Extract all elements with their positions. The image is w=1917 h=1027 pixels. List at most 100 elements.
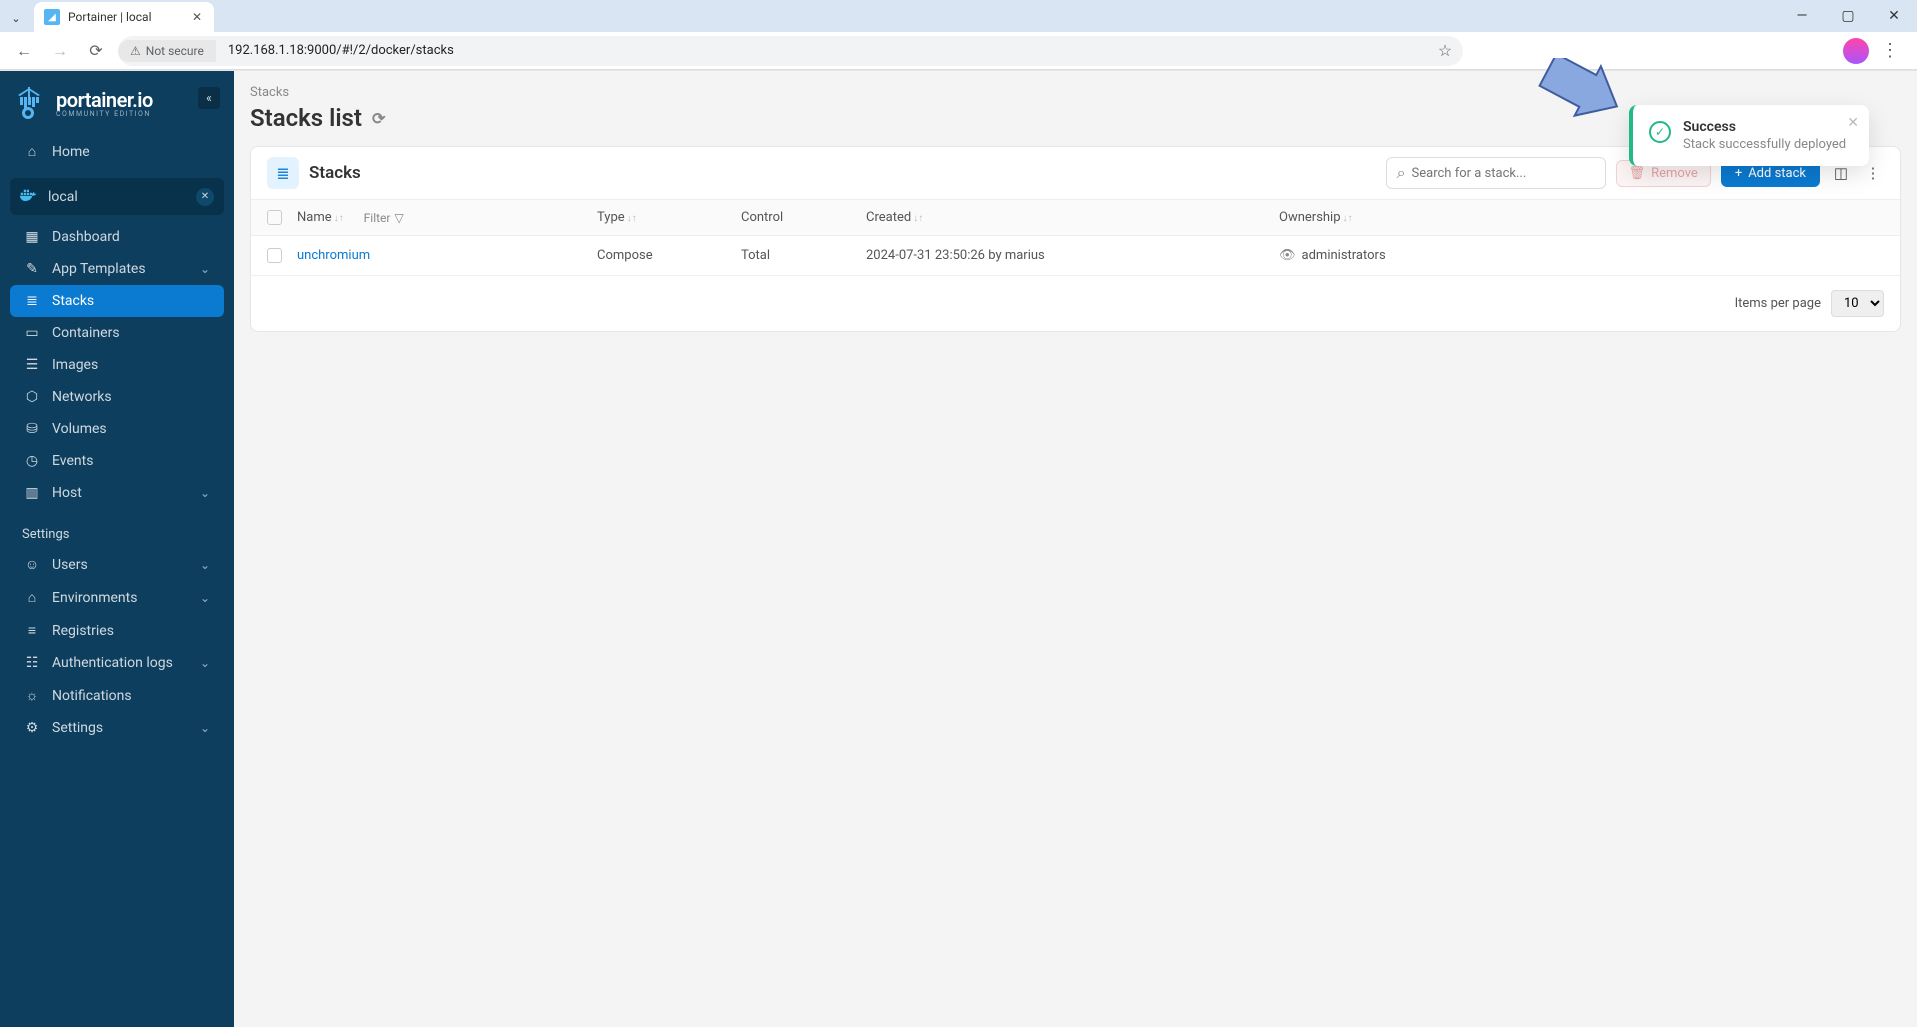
sidebar: portainer.io COMMUNITY EDITION « ⌂ Home … xyxy=(0,71,234,1027)
sidebar-item-registries[interactable]: ≡ Registries xyxy=(10,614,224,647)
main-content: Stacks Stacks list ⟳ ≣ Stacks ⌕ 🗑 Remove xyxy=(234,71,1917,1027)
stacks-icon: ≣ xyxy=(24,293,40,309)
stacks-panel-icon: ≣ xyxy=(267,157,299,189)
remove-label: Remove xyxy=(1651,166,1698,181)
stack-control: Total xyxy=(741,248,770,263)
breadcrumb[interactable]: Stacks xyxy=(250,85,1901,100)
sidebar-item-label: Images xyxy=(52,357,98,373)
browser-menu-button[interactable]: ⋮ xyxy=(1881,40,1899,61)
sidebar-item-label: Stacks xyxy=(52,293,94,309)
sidebar-item-events[interactable]: ◷ Events xyxy=(10,445,224,477)
filter-button[interactable]: Filter ▽ xyxy=(364,211,404,225)
sidebar-item-label: App Templates xyxy=(52,261,146,277)
sidebar-item-home[interactable]: ⌂ Home xyxy=(10,135,224,168)
toast-close-button[interactable]: ✕ xyxy=(1847,115,1859,131)
bookmark-button[interactable]: ☆ xyxy=(1431,37,1459,65)
environments-icon: ⌂ xyxy=(24,589,40,606)
url-text: 192.168.1.18:9000/#!/2/docker/stacks xyxy=(216,43,1431,58)
column-name-header[interactable]: Name↓↑ xyxy=(297,210,344,225)
environment-close-button[interactable]: ✕ xyxy=(196,188,214,206)
docker-icon xyxy=(20,186,38,207)
sidebar-item-auth-logs[interactable]: ☷ Authentication logs ⌄ xyxy=(10,647,224,679)
networks-icon: ⬡ xyxy=(24,389,40,405)
registries-icon: ≡ xyxy=(24,622,40,639)
sidebar-item-label: Environments xyxy=(52,590,137,606)
warning-icon: ⚠ xyxy=(130,44,141,58)
sidebar-item-settings[interactable]: ⚙ Settings ⌄ xyxy=(10,712,224,744)
sidebar-item-label: Home xyxy=(52,144,90,160)
maximize-button[interactable]: ▢ xyxy=(1825,0,1871,32)
tab-favicon-icon: ◢ xyxy=(44,9,60,25)
close-window-button[interactable]: ✕ xyxy=(1871,0,1917,32)
sidebar-item-volumes[interactable]: ⛁ Volumes xyxy=(10,413,224,445)
chevron-down-icon: ⌄ xyxy=(200,656,210,670)
sidebar-item-images[interactable]: ☰ Images xyxy=(10,349,224,381)
items-per-page-select[interactable]: 10 xyxy=(1831,290,1884,317)
sidebar-item-users[interactable]: ☺ Users ⌄ xyxy=(10,548,224,581)
gear-icon: ⚙ xyxy=(24,720,40,736)
sidebar-item-stacks[interactable]: ≣ Stacks xyxy=(10,285,224,317)
sidebar-item-label: Users xyxy=(52,557,88,573)
profile-avatar[interactable] xyxy=(1843,38,1869,64)
volumes-icon: ⛁ xyxy=(24,421,40,437)
sidebar-item-app-templates[interactable]: ✎ App Templates ⌄ xyxy=(10,253,224,285)
select-all-checkbox[interactable] xyxy=(267,210,282,225)
sidebar-item-label: Volumes xyxy=(52,421,107,437)
address-bar[interactable]: ⚠ Not secure 192.168.1.18:9000/#!/2/dock… xyxy=(118,36,1463,66)
environment-selector[interactable]: local ✕ xyxy=(10,178,224,215)
templates-icon: ✎ xyxy=(24,261,40,277)
filter-icon: ▽ xyxy=(394,211,403,225)
back-button[interactable]: ← xyxy=(10,37,38,65)
auth-logs-icon: ☷ xyxy=(24,655,40,671)
sidebar-item-networks[interactable]: ⬡ Networks xyxy=(10,381,224,413)
users-icon: ☺ xyxy=(24,556,40,573)
column-created-header[interactable]: Created↓↑ xyxy=(866,210,923,225)
refresh-button[interactable]: ⟳ xyxy=(372,109,385,128)
sidebar-item-dashboard[interactable]: ▦ Dashboard xyxy=(10,221,224,253)
stacks-panel: ≣ Stacks ⌕ 🗑 Remove + Add stack ◫ xyxy=(250,146,1901,332)
security-chip[interactable]: ⚠ Not secure xyxy=(118,40,216,62)
stack-created: 2024-07-31 23:50:26 by marius xyxy=(866,248,1045,263)
plus-icon: + xyxy=(1735,166,1742,181)
annotation-arrow-icon xyxy=(1533,58,1623,142)
reload-button[interactable]: ⟳ xyxy=(82,37,110,65)
sidebar-item-host[interactable]: ▥ Host ⌄ xyxy=(10,477,224,509)
row-checkbox[interactable] xyxy=(267,248,282,263)
sidebar-item-label: Notifications xyxy=(52,688,132,704)
collapse-sidebar-button[interactable]: « xyxy=(198,87,220,109)
table-header: Name↓↑ Filter ▽ Type↓↑ Control Created↓↑… xyxy=(251,199,1900,236)
minimize-button[interactable]: ― xyxy=(1779,0,1825,32)
sidebar-item-label: Authentication logs xyxy=(52,655,173,671)
host-icon: ▥ xyxy=(24,485,40,501)
browser-tab-strip: ⌄ ◢ Portainer | local ✕ ― ▢ ✕ xyxy=(0,0,1917,32)
sidebar-item-label: Events xyxy=(52,453,93,469)
search-input[interactable] xyxy=(1412,166,1595,181)
images-icon: ☰ xyxy=(24,357,40,373)
table-menu-button[interactable]: ⋮ xyxy=(1862,164,1884,182)
column-ownership-header[interactable]: Ownership↓↑ xyxy=(1279,210,1353,225)
sidebar-logo: portainer.io COMMUNITY EDITION « xyxy=(0,71,234,131)
panel-footer: Items per page 10 xyxy=(251,276,1900,331)
chevron-down-icon: ⌄ xyxy=(200,486,210,500)
add-label: Add stack xyxy=(1748,166,1806,181)
dashboard-icon: ▦ xyxy=(24,229,40,245)
sidebar-item-environments[interactable]: ⌂ Environments ⌄ xyxy=(10,581,224,614)
search-box[interactable]: ⌕ xyxy=(1386,157,1606,189)
sidebar-item-label: Settings xyxy=(52,720,103,736)
stack-name-link[interactable]: unchromium xyxy=(297,248,370,263)
sidebar-item-containers[interactable]: ▭ Containers xyxy=(10,317,224,349)
browser-tab[interactable]: ◢ Portainer | local ✕ xyxy=(34,2,214,32)
portainer-logo-icon xyxy=(16,85,46,121)
column-control-header[interactable]: Control xyxy=(741,210,783,225)
sidebar-item-notifications[interactable]: ☼ Notifications xyxy=(10,679,224,712)
column-type-header[interactable]: Type↓↑ xyxy=(597,210,637,225)
forward-button[interactable]: → xyxy=(46,37,74,65)
stack-type: Compose xyxy=(597,248,653,263)
close-tab-button[interactable]: ✕ xyxy=(190,10,204,24)
stack-ownership: administrators xyxy=(1302,248,1386,263)
columns-toggle-button[interactable]: ◫ xyxy=(1830,164,1852,182)
toast-message: Stack successfully deployed xyxy=(1683,137,1846,152)
trash-icon: 🗑 xyxy=(1629,166,1646,181)
sidebar-item-label: Dashboard xyxy=(52,229,120,245)
tab-search-button[interactable]: ⌄ xyxy=(2,4,30,32)
